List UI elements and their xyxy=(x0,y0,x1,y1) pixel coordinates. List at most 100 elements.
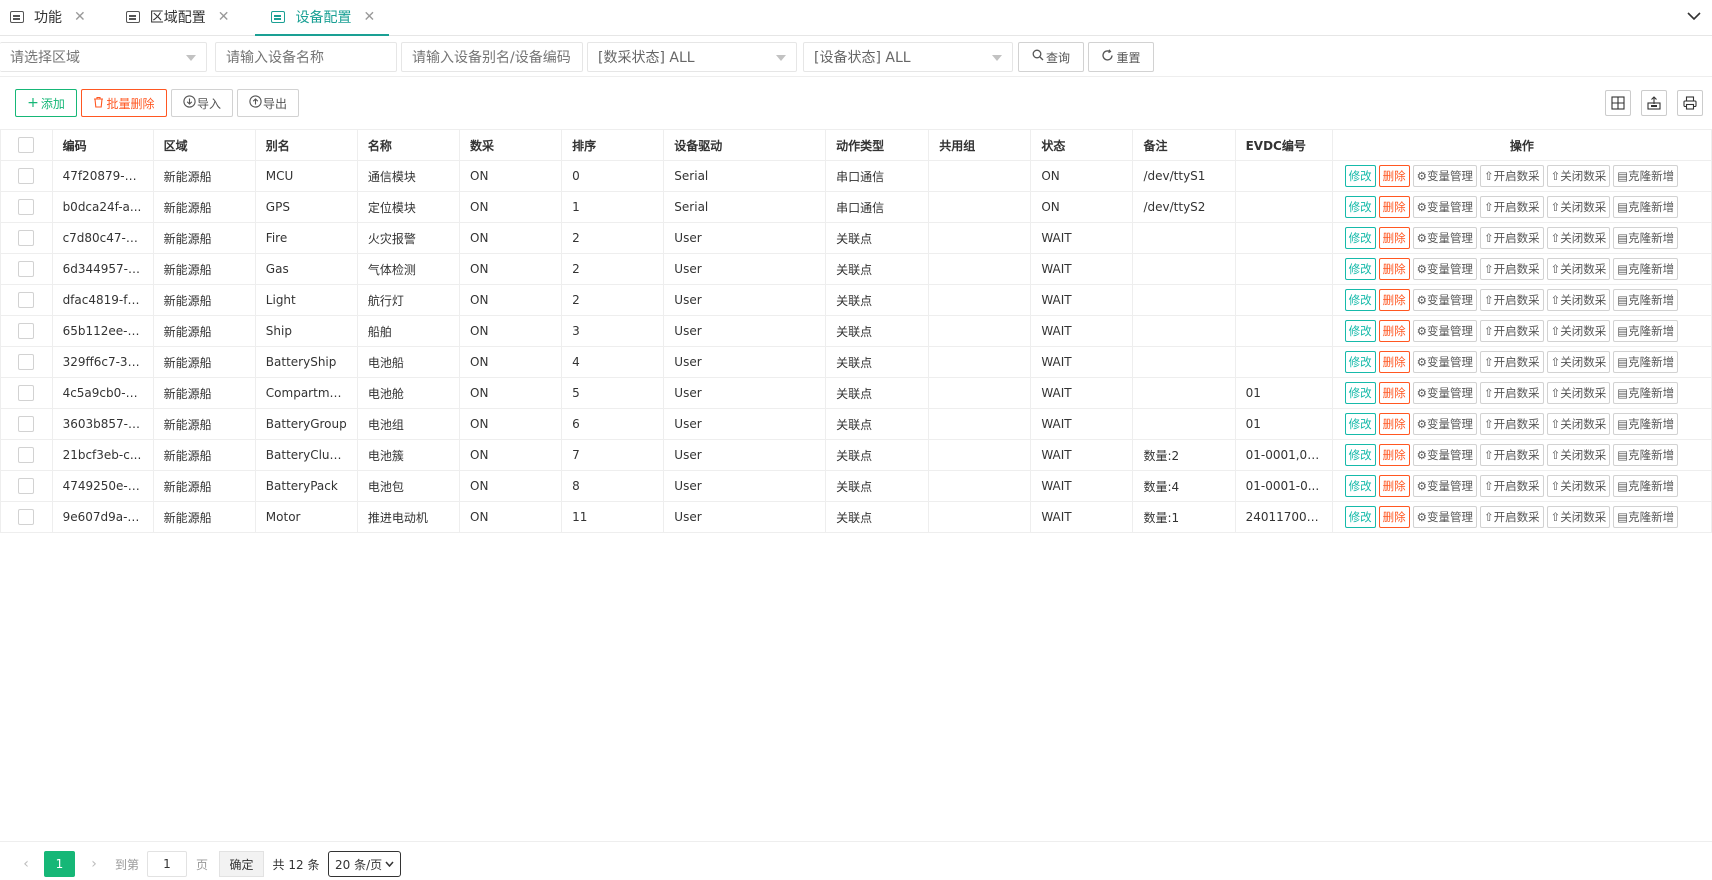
row-checkbox[interactable] xyxy=(18,292,35,308)
column-header[interactable]: 数采 xyxy=(459,129,563,161)
clone-button[interactable]: ▤克隆新增 xyxy=(1613,196,1679,218)
prev-page-icon[interactable]: ‹ xyxy=(16,851,36,877)
variable-manage-button[interactable]: ⚙变量管理 xyxy=(1412,196,1477,218)
stop-collect-button[interactable]: ⇧关闭数采 xyxy=(1546,289,1611,311)
start-collect-button[interactable]: ⇧开启数采 xyxy=(1479,382,1544,404)
stop-collect-button[interactable]: ⇧关闭数采 xyxy=(1546,227,1611,249)
column-header[interactable]: 设备驱动 xyxy=(663,129,827,161)
export-table-icon[interactable] xyxy=(1641,90,1667,116)
next-page-icon[interactable]: › xyxy=(84,851,104,877)
clone-button[interactable]: ▤克隆新增 xyxy=(1613,258,1679,280)
device-status-select[interactable]: [设备状态] ALL xyxy=(803,42,1013,72)
clone-button[interactable]: ▤克隆新增 xyxy=(1613,165,1679,187)
tab-functions[interactable]: 功能 ✕ xyxy=(0,0,96,35)
clone-button[interactable]: ▤克隆新增 xyxy=(1613,289,1679,311)
variable-manage-button[interactable]: ⚙变量管理 xyxy=(1412,289,1477,311)
column-header[interactable]: 区域 xyxy=(152,129,256,161)
variable-manage-button[interactable]: ⚙变量管理 xyxy=(1412,413,1477,435)
page-number-current[interactable]: 1 xyxy=(44,851,75,877)
variable-manage-button[interactable]: ⚙变量管理 xyxy=(1412,165,1477,187)
stop-collect-button[interactable]: ⇧关闭数采 xyxy=(1546,165,1611,187)
table-row[interactable]: 9e607d9a-e... 新能源船 Motor 推进电动机 ON 11 User 关联点 WA… xyxy=(0,501,1712,533)
clone-button[interactable]: ▤克隆新增 xyxy=(1613,413,1679,435)
edit-button[interactable]: 修改 xyxy=(1344,351,1376,373)
import-button[interactable]: 导入 xyxy=(171,89,233,117)
row-checkbox[interactable] xyxy=(18,230,35,246)
variable-manage-button[interactable]: ⚙变量管理 xyxy=(1412,320,1477,342)
row-checkbox[interactable] xyxy=(18,447,35,463)
clone-button[interactable]: ▤克隆新增 xyxy=(1613,320,1679,342)
row-checkbox[interactable] xyxy=(18,385,35,401)
delete-button[interactable]: 删除 xyxy=(1378,165,1410,187)
column-header[interactable]: 共用组 xyxy=(928,129,1032,161)
clone-button[interactable]: ▤克隆新增 xyxy=(1613,351,1679,373)
start-collect-button[interactable]: ⇧开启数采 xyxy=(1479,165,1544,187)
start-collect-button[interactable]: ⇧开启数采 xyxy=(1479,320,1544,342)
table-row[interactable]: 4c5a9cb0-a... 新能源船 Compartment 电池舱 ON 5 User 关联… xyxy=(0,377,1712,409)
start-collect-button[interactable]: ⇧开启数采 xyxy=(1479,475,1544,497)
stop-collect-button[interactable]: ⇧关闭数采 xyxy=(1546,475,1611,497)
row-checkbox[interactable] xyxy=(18,261,35,277)
stop-collect-button[interactable]: ⇧关闭数采 xyxy=(1546,320,1611,342)
area-select[interactable]: 请选择区域 xyxy=(0,42,207,72)
collect-status-select[interactable]: [数采状态] ALL xyxy=(587,42,797,72)
start-collect-button[interactable]: ⇧开启数采 xyxy=(1479,258,1544,280)
column-header[interactable]: 备注 xyxy=(1132,129,1236,161)
column-header[interactable]: 状态 xyxy=(1030,129,1134,161)
reset-button[interactable]: 重置 xyxy=(1088,42,1154,72)
table-row[interactable]: 4749250e-9... 新能源船 BatteryPack 电池包 ON 8 User 关联… xyxy=(0,470,1712,502)
print-icon[interactable] xyxy=(1677,90,1703,116)
close-icon[interactable]: ✕ xyxy=(218,9,230,25)
delete-button[interactable]: 删除 xyxy=(1378,382,1410,404)
tab-area-config[interactable]: 区域配置 ✕ xyxy=(116,0,240,35)
delete-button[interactable]: 删除 xyxy=(1378,289,1410,311)
page-jump-input[interactable]: 1 xyxy=(147,851,187,877)
start-collect-button[interactable]: ⇧开启数采 xyxy=(1479,227,1544,249)
stop-collect-button[interactable]: ⇧关闭数采 xyxy=(1546,196,1611,218)
start-collect-button[interactable]: ⇧开启数采 xyxy=(1479,444,1544,466)
delete-button[interactable]: 删除 xyxy=(1378,351,1410,373)
edit-button[interactable]: 修改 xyxy=(1344,227,1376,249)
variable-manage-button[interactable]: ⚙变量管理 xyxy=(1412,351,1477,373)
delete-button[interactable]: 删除 xyxy=(1378,227,1410,249)
row-checkbox[interactable] xyxy=(18,354,35,370)
edit-button[interactable]: 修改 xyxy=(1344,413,1376,435)
edit-button[interactable]: 修改 xyxy=(1344,444,1376,466)
stop-collect-button[interactable]: ⇧关闭数采 xyxy=(1546,506,1611,528)
stop-collect-button[interactable]: ⇧关闭数采 xyxy=(1546,382,1611,404)
column-header[interactable]: 排序 xyxy=(561,129,665,161)
column-header[interactable]: 名称 xyxy=(356,129,461,161)
start-collect-button[interactable]: ⇧开启数采 xyxy=(1479,289,1544,311)
row-checkbox[interactable] xyxy=(18,168,35,184)
clone-button[interactable]: ▤克隆新增 xyxy=(1613,382,1679,404)
delete-button[interactable]: 删除 xyxy=(1378,258,1410,280)
row-checkbox[interactable] xyxy=(18,478,35,494)
table-row[interactable]: c7d80c47-5... 新能源船 Fire 火灾报警 ON 2 User 关联点 WAIT 修… xyxy=(0,222,1712,254)
close-icon[interactable]: ✕ xyxy=(74,9,86,25)
table-row[interactable]: 21bcf3eb-c... 新能源船 BatteryCluster 电池簇 ON 7 Use… xyxy=(0,439,1712,471)
stop-collect-button[interactable]: ⇧关闭数采 xyxy=(1546,413,1611,435)
edit-button[interactable]: 修改 xyxy=(1344,289,1376,311)
stop-collect-button[interactable]: ⇧关闭数采 xyxy=(1546,444,1611,466)
edit-button[interactable]: 修改 xyxy=(1344,258,1376,280)
delete-button[interactable]: 删除 xyxy=(1378,444,1410,466)
row-checkbox[interactable] xyxy=(18,509,35,525)
column-header[interactable]: 动作类型 xyxy=(825,129,930,161)
clone-button[interactable]: ▤克隆新增 xyxy=(1613,475,1679,497)
edit-button[interactable]: 修改 xyxy=(1344,196,1376,218)
stop-collect-button[interactable]: ⇧关闭数采 xyxy=(1546,351,1611,373)
delete-button[interactable]: 删除 xyxy=(1378,506,1410,528)
confirm-page-button[interactable]: 确定 xyxy=(219,851,264,877)
start-collect-button[interactable]: ⇧开启数采 xyxy=(1479,506,1544,528)
row-checkbox[interactable] xyxy=(18,416,35,432)
start-collect-button[interactable]: ⇧开启数采 xyxy=(1479,351,1544,373)
delete-button[interactable]: 删除 xyxy=(1378,413,1410,435)
start-collect-button[interactable]: ⇧开启数采 xyxy=(1479,196,1544,218)
export-button[interactable]: 导出 xyxy=(237,89,299,117)
row-checkbox[interactable] xyxy=(18,323,35,339)
start-collect-button[interactable]: ⇧开启数采 xyxy=(1479,413,1544,435)
delete-button[interactable]: 删除 xyxy=(1378,196,1410,218)
table-row[interactable]: 6d344957-a... 新能源船 Gas 气体检测 ON 2 User 关联点 WAIT 修改… xyxy=(0,253,1712,285)
table-row[interactable]: 329ff6c7-33... 新能源船 BatteryShip 电池船 ON 4 User 关… xyxy=(0,346,1712,378)
add-button[interactable]: + 添加 xyxy=(15,89,77,117)
